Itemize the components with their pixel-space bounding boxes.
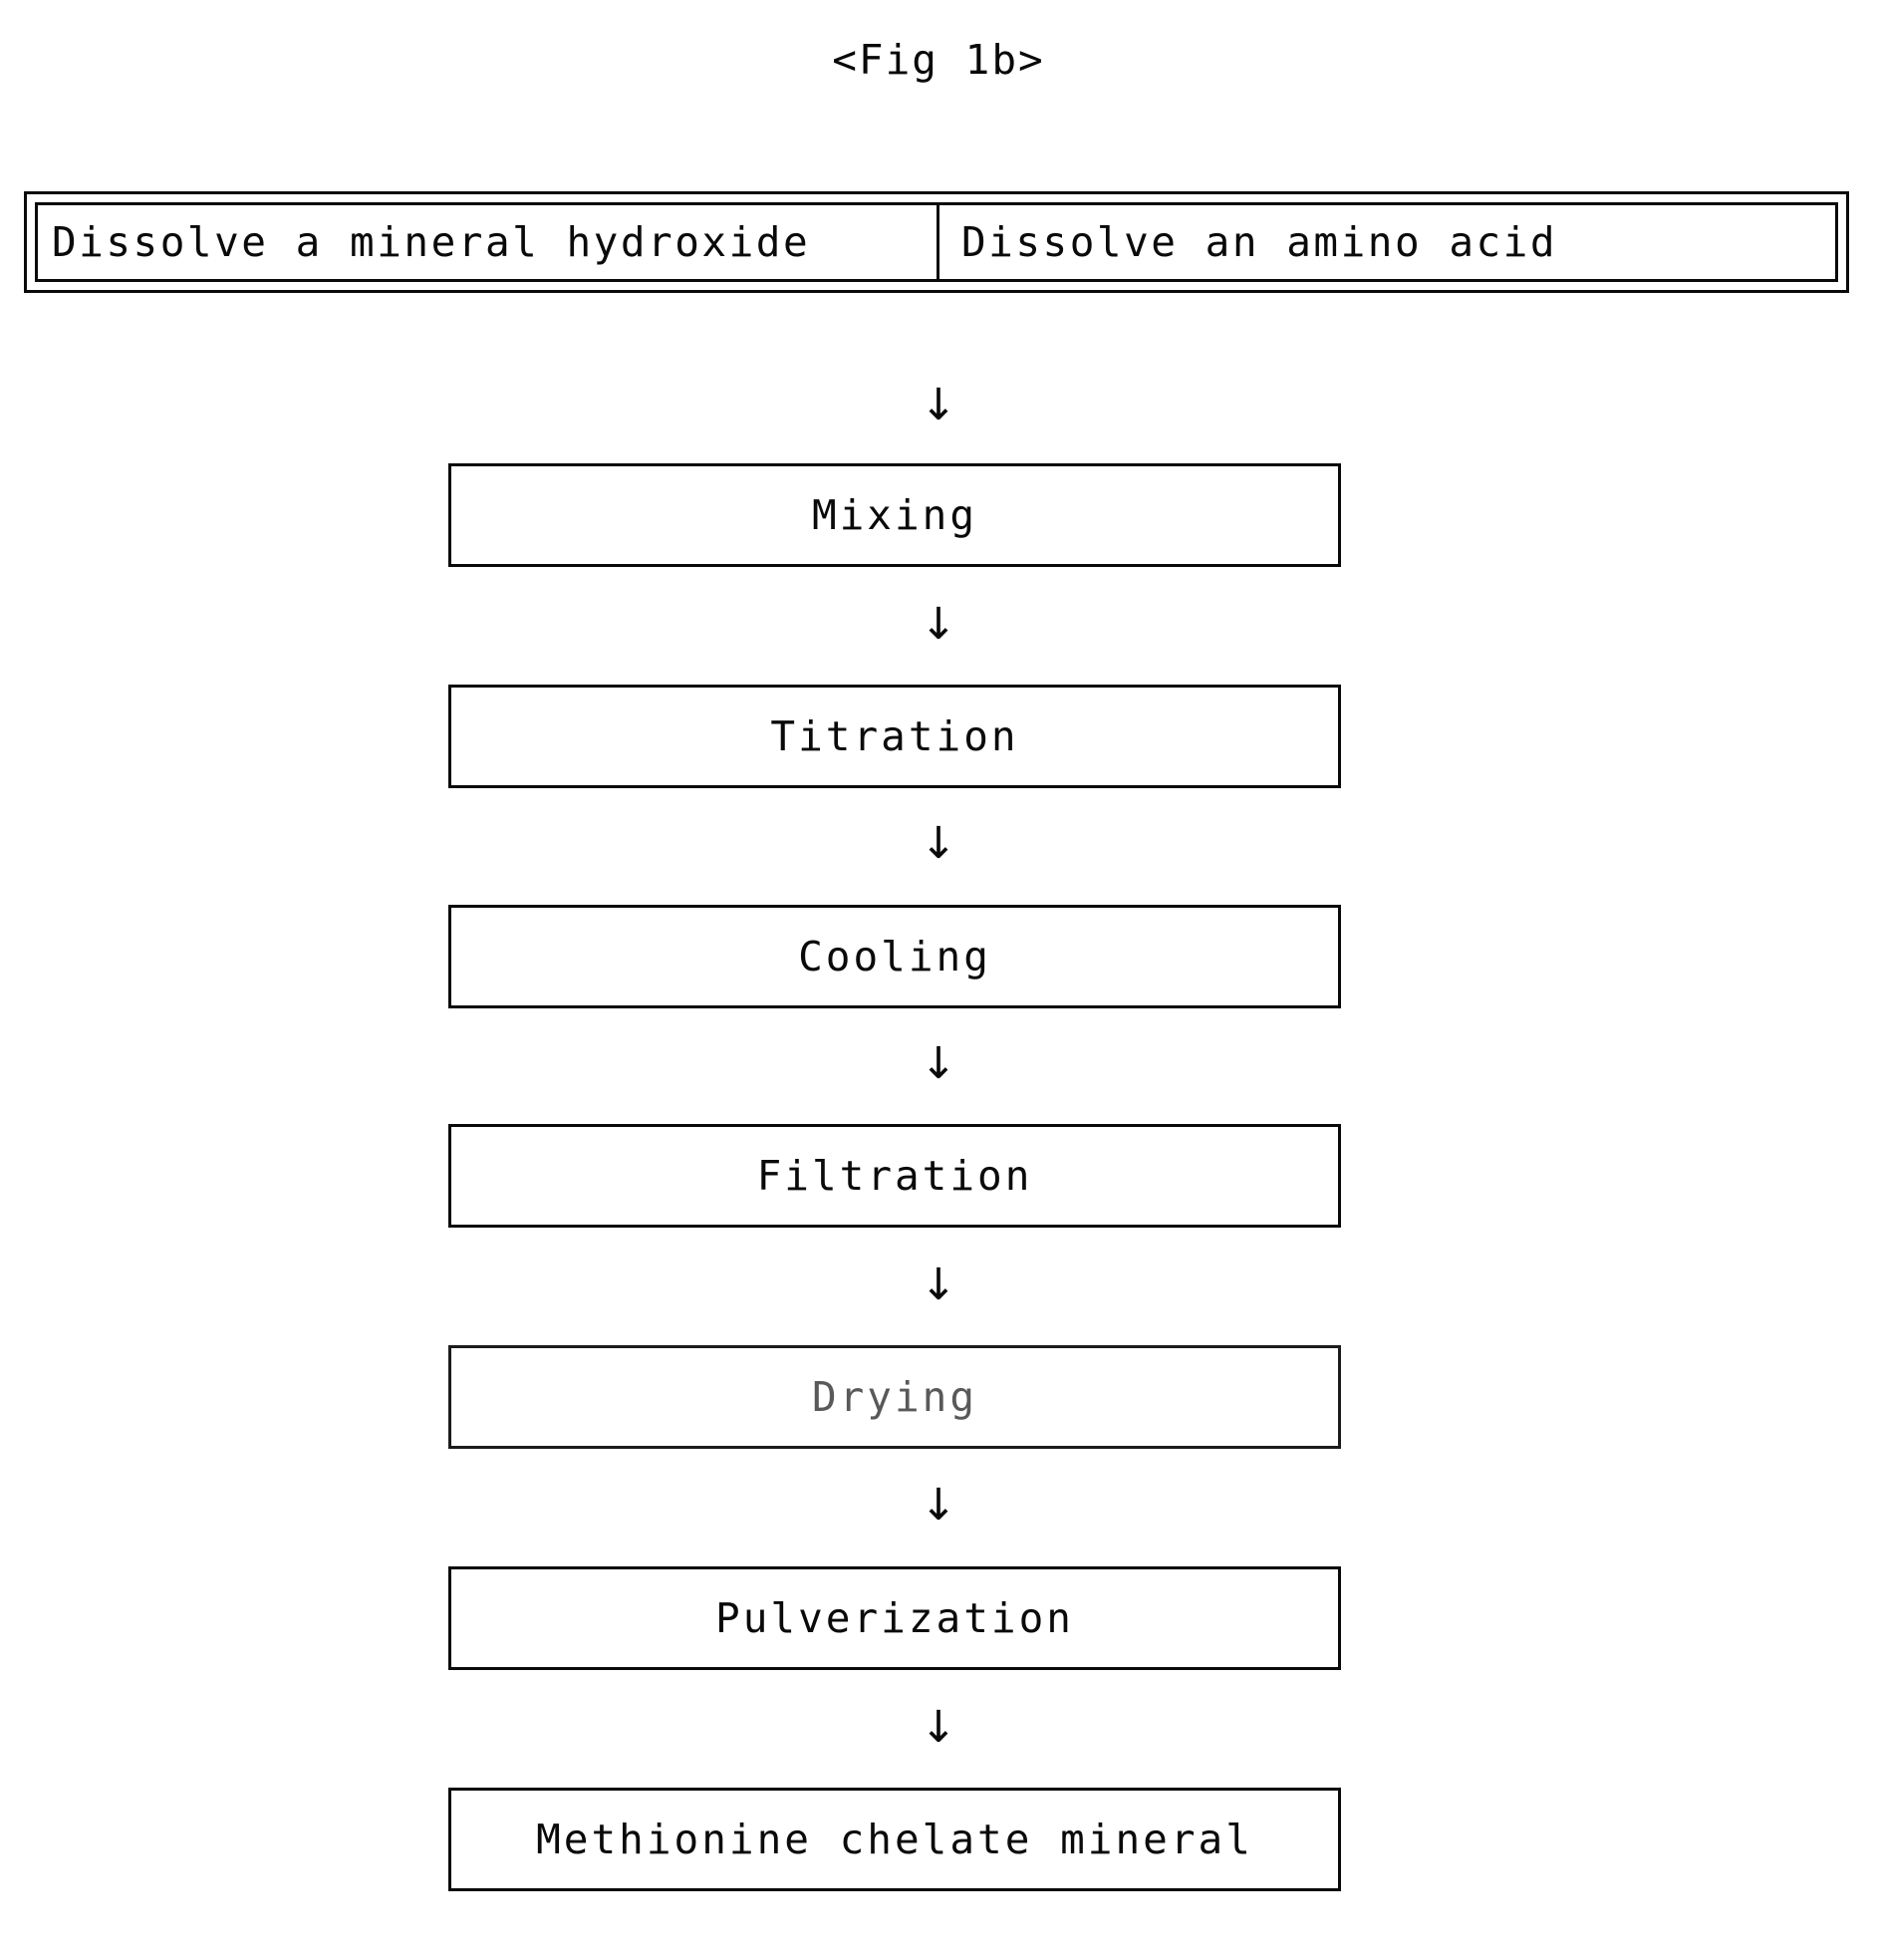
- process-box-pulverization: Pulverization: [448, 1566, 1341, 1670]
- flow-arrow-down-icon: ↓: [920, 1702, 957, 1753]
- top-process-outer-frame: Dissolve a mineral hydroxide Dissolve an…: [24, 191, 1849, 293]
- process-box-label: Dissolve an amino acid: [961, 218, 1558, 266]
- process-box-label: Filtration: [756, 1152, 1033, 1200]
- process-box-label: Cooling: [798, 933, 991, 980]
- process-box-drying: Drying: [448, 1345, 1341, 1449]
- flow-arrow-down-icon: ↓: [920, 1480, 957, 1531]
- process-box-dissolve-amino-acid: Dissolve an amino acid: [939, 205, 1835, 279]
- flow-arrow-down-icon: ↓: [920, 1260, 957, 1310]
- top-process-inner-frame: Dissolve a mineral hydroxide Dissolve an…: [35, 202, 1838, 282]
- process-box-label: Mixing: [811, 491, 978, 539]
- figure-title: <Fig 1b>: [832, 36, 1045, 84]
- process-box-filtration: Filtration: [448, 1124, 1341, 1228]
- process-box-label: Dissolve a mineral hydroxide: [52, 218, 811, 266]
- process-box-label: Pulverization: [715, 1594, 1074, 1642]
- process-box-titration: Titration: [448, 685, 1341, 788]
- process-box-label: Methionine chelate mineral: [536, 1816, 1253, 1863]
- flow-arrow-down-icon: ↓: [920, 818, 957, 869]
- process-box-cooling: Cooling: [448, 905, 1341, 1008]
- figure-root: <Fig 1b> Dissolve a mineral hydroxide Di…: [0, 0, 1877, 1960]
- process-box-label: Drying: [811, 1373, 978, 1421]
- flow-arrow-down-icon: ↓: [920, 1038, 957, 1089]
- process-box-label: Titration: [770, 712, 1019, 760]
- process-box-dissolve-mineral-hydroxide: Dissolve a mineral hydroxide: [38, 205, 939, 279]
- flow-arrow-down-icon: ↓: [920, 380, 957, 430]
- process-box-mixing: Mixing: [448, 463, 1341, 567]
- process-box-methionine-chelate-mineral: Methionine chelate mineral: [448, 1788, 1341, 1891]
- flow-arrow-down-icon: ↓: [920, 599, 957, 650]
